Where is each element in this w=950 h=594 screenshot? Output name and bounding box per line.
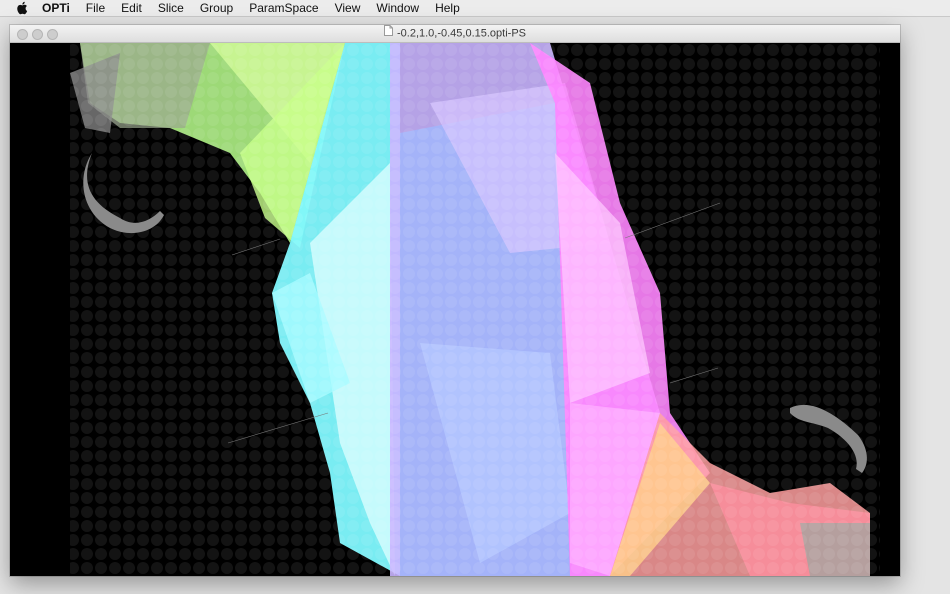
- menu-bar: OPTi File Edit Slice Group ParamSpace Vi…: [0, 0, 950, 17]
- menu-paramspace[interactable]: ParamSpace: [241, 0, 326, 16]
- menu-window[interactable]: Window: [368, 0, 427, 16]
- menu-app-name[interactable]: OPTi: [42, 0, 78, 16]
- menu-help[interactable]: Help: [427, 0, 468, 16]
- document-window: -0.2,1.0,-0.45,0.15.opti-PS: [10, 25, 900, 576]
- menu-file[interactable]: File: [78, 0, 113, 16]
- menu-view[interactable]: View: [327, 0, 369, 16]
- window-title: -0.2,1.0,-0.45,0.15.opti-PS: [396, 27, 527, 40]
- apple-icon[interactable]: [14, 0, 30, 16]
- menu-slice[interactable]: Slice: [150, 0, 192, 16]
- menu-edit[interactable]: Edit: [113, 0, 150, 16]
- fractal-plot[interactable]: [10, 43, 900, 576]
- window-title-area: -0.2,1.0,-0.45,0.15.opti-PS: [10, 25, 900, 42]
- title-bar[interactable]: -0.2,1.0,-0.45,0.15.opti-PS: [10, 25, 900, 43]
- fractal-limit-set: [70, 43, 880, 576]
- parameter-space-canvas[interactable]: [10, 43, 900, 576]
- document-icon: [383, 25, 393, 42]
- menu-group[interactable]: Group: [192, 0, 241, 16]
